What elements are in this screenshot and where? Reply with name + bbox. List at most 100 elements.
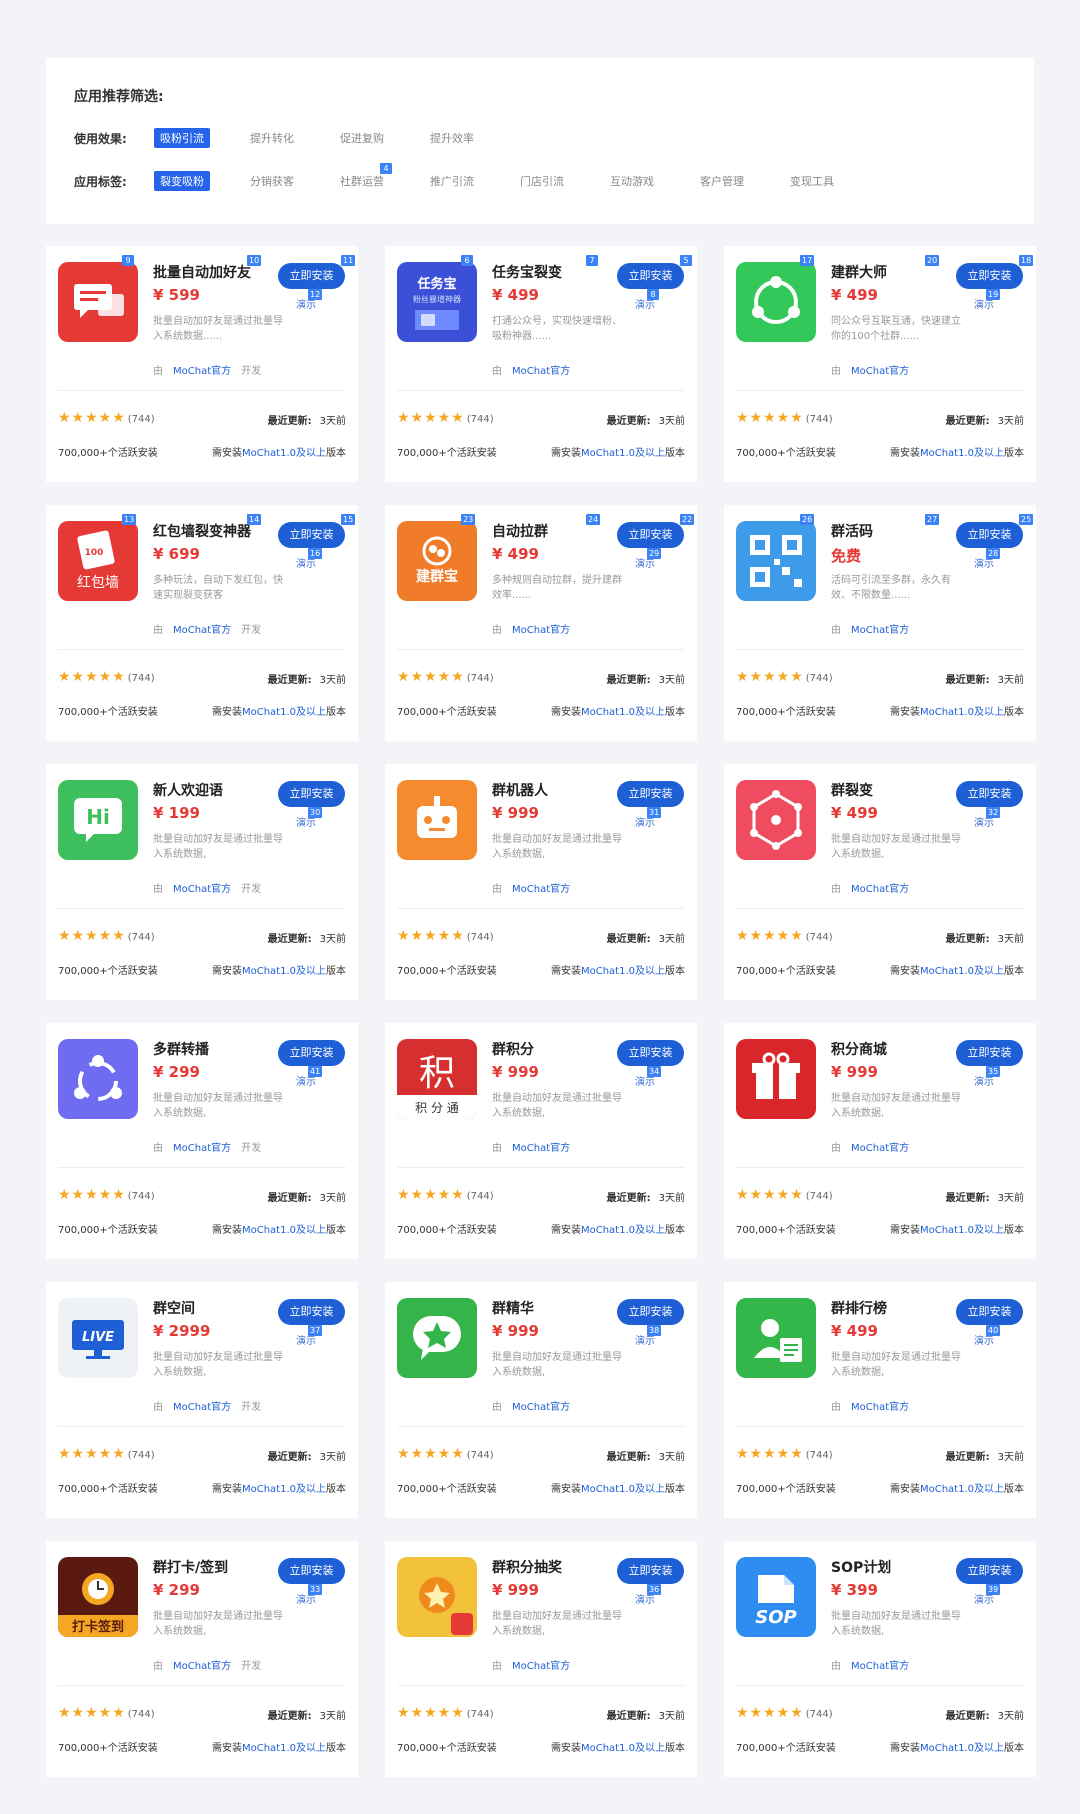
effect-tag[interactable]: 提升转化 <box>244 128 300 148</box>
app-card[interactable]: 群活码 免费 活码可引流至多群，永久有效、不限数量...... 立即安装 演示由 MoCh… <box>724 505 1036 741</box>
install-button[interactable]: 立即安装 <box>278 263 345 289</box>
app-tag[interactable]: 客户管理 <box>694 171 750 191</box>
app-card[interactable]: 批量自动加好友 ¥ 599 批量自动加好友是通过批量导入系统数据...... 立即安装… <box>46 246 358 482</box>
install-button[interactable]: 立即安装 <box>956 1299 1023 1325</box>
install-button[interactable]: 立即安装 <box>278 1040 345 1066</box>
app-name[interactable]: 群裂变 <box>831 780 873 800</box>
install-button[interactable]: 立即安装 <box>956 263 1023 289</box>
developer-link[interactable]: MoChat官方 <box>173 1402 231 1413</box>
app-card[interactable]: 建群宝 自动拉群 ¥ 499 多种规则自动拉群，提升建群效率...... 立即安装 演示由… <box>385 505 697 741</box>
app-name[interactable]: 群打卡/签到 <box>153 1557 228 1577</box>
install-button[interactable]: 立即安装 <box>956 522 1023 548</box>
developer-link[interactable]: MoChat官方 <box>851 366 909 377</box>
app-tag[interactable]: 社群运营 4 <box>334 163 392 191</box>
app-card[interactable]: 群积分抽奖 ¥ 999 批量自动加好友是通过批量导入系统数据, 立即安装 演示由 MoCh… <box>385 1541 697 1777</box>
app-name[interactable]: 群空间 <box>153 1298 195 1318</box>
app-name[interactable]: 群机器人 <box>492 780 548 800</box>
app-card[interactable]: 群精华 ¥ 999 批量自动加好友是通过批量导入系统数据, 立即安装 演示由 MoChat… <box>385 1282 697 1518</box>
app-name[interactable]: 积分商城 <box>831 1039 887 1059</box>
live-tv-icon[interactable]: LIVE <box>58 1298 138 1378</box>
developer-link[interactable]: MoChat官方 <box>512 1661 570 1672</box>
developer-link[interactable]: MoChat官方 <box>173 1661 231 1672</box>
hi-chat-icon[interactable]: Hi <box>58 780 138 860</box>
app-card[interactable]: 建群大师 ¥ 499 同公众号互联互通，快速建立你的100个社群...... 立即安装… <box>724 246 1036 482</box>
install-button[interactable]: 立即安装 <box>956 781 1023 807</box>
points-icon[interactable]: 积积 分 通 <box>397 1039 477 1119</box>
app-card[interactable]: Hi 新人欢迎语 ¥ 199 批量自动加好友是通过批量导入系统数据, 立即安装 演示由 Mo… <box>46 764 358 1000</box>
star-chat-icon[interactable] <box>397 1298 477 1378</box>
install-button[interactable]: 立即安装 <box>956 1558 1023 1584</box>
group-share-icon[interactable] <box>736 262 816 342</box>
app-card[interactable]: 积积 分 通群积分 ¥ 999 批量自动加好友是通过批量导入系统数据, 立即安装 演示由… <box>385 1023 697 1259</box>
install-button[interactable]: 立即安装 <box>617 1299 684 1325</box>
lottery-icon[interactable] <box>397 1557 477 1637</box>
app-name[interactable]: 新人欢迎语 <box>153 780 223 800</box>
robot-icon[interactable] <box>397 780 477 860</box>
app-name[interactable]: 群排行榜 <box>831 1298 887 1318</box>
network-cube-icon[interactable] <box>736 780 816 860</box>
gift-icon[interactable] <box>736 1039 816 1119</box>
app-name[interactable]: 自动拉群 <box>492 521 548 541</box>
app-card[interactable]: 任务宝 粉丝暴增神器 任务宝裂变 ¥ 499 打通公众号，实现快速增粉、吸粉神器....… <box>385 246 697 482</box>
install-button[interactable]: 立即安装 <box>617 1558 684 1584</box>
app-name[interactable]: 群活码 <box>831 521 873 541</box>
developer-link[interactable]: MoChat官方 <box>512 1402 570 1413</box>
app-card[interactable]: 100 红包墙 红包墙裂变神器 ¥ 699 多种玩法，自动下发红包，快速实现裂变获客 立即… <box>46 505 358 741</box>
app-card[interactable]: 打卡签到 群打卡/签到 ¥ 299 批量自动加好友是通过批量导入系统数据, 立即安装 演示… <box>46 1541 358 1777</box>
checkin-icon[interactable]: 打卡签到 <box>58 1557 138 1637</box>
developer-link[interactable]: MoChat官方 <box>173 366 231 377</box>
app-tag[interactable]: 裂变吸粉 <box>154 171 210 191</box>
developer-link[interactable]: MoChat官方 <box>512 625 570 636</box>
developer-link[interactable]: MoChat官方 <box>851 1661 909 1672</box>
app-tag[interactable]: 互动游戏 <box>604 171 660 191</box>
developer-link[interactable]: MoChat官方 <box>851 1143 909 1154</box>
app-name[interactable]: 多群转播 <box>153 1039 209 1059</box>
developer-link[interactable]: MoChat官方 <box>512 884 570 895</box>
app-name[interactable]: 群精华 <box>492 1298 534 1318</box>
app-card[interactable]: 群排行榜 ¥ 499 批量自动加好友是通过批量导入系统数据, 立即安装 演示由 MoCha… <box>724 1282 1036 1518</box>
app-tag[interactable]: 分销获客 <box>244 171 300 191</box>
app-card[interactable]: SOP SOP计划 ¥ 399 批量自动加好友是通过批量导入系统数据, 立即安装 演示由 M… <box>724 1541 1036 1777</box>
developer-link[interactable]: MoChat官方 <box>851 1402 909 1413</box>
app-name[interactable]: 红包墙裂变神器 <box>153 521 251 541</box>
install-button[interactable]: 立即安装 <box>617 522 684 548</box>
developer-link[interactable]: MoChat官方 <box>851 884 909 895</box>
app-name[interactable]: 群积分 <box>492 1039 534 1059</box>
user-card-icon[interactable] <box>736 1298 816 1378</box>
effect-tag[interactable]: 提升效率 <box>424 128 480 148</box>
install-button[interactable]: 立即安装 <box>278 522 345 548</box>
app-name[interactable]: 任务宝裂变 <box>492 262 562 282</box>
app-name[interactable]: 建群大师 <box>831 262 887 282</box>
chat-bubble-icon[interactable] <box>58 262 138 342</box>
developer-link[interactable]: MoChat官方 <box>173 884 231 895</box>
developer-link[interactable]: MoChat官方 <box>173 625 231 636</box>
developer-link[interactable]: MoChat官方 <box>851 625 909 636</box>
broadcast-icon[interactable] <box>58 1039 138 1119</box>
qr-code-icon[interactable] <box>736 521 816 601</box>
app-tag[interactable]: 推广引流 <box>424 171 480 191</box>
app-card[interactable]: 群机器人 ¥ 999 批量自动加好友是通过批量导入系统数据, 立即安装 演示由 MoCha… <box>385 764 697 1000</box>
app-card[interactable]: LIVE 群空间 ¥ 2999 批量自动加好友是通过批量导入系统数据, 立即安装 演示由 M… <box>46 1282 358 1518</box>
install-button[interactable]: 立即安装 <box>617 781 684 807</box>
app-name[interactable]: 批量自动加好友 <box>153 262 251 282</box>
app-tag[interactable]: 变现工具 <box>784 171 840 191</box>
install-button[interactable]: 立即安装 <box>617 1040 684 1066</box>
app-card[interactable]: 积分商城 ¥ 999 批量自动加好友是通过批量导入系统数据, 立即安装 演示由 MoCha… <box>724 1023 1036 1259</box>
install-button[interactable]: 立即安装 <box>956 1040 1023 1066</box>
install-button[interactable]: 立即安装 <box>278 1299 345 1325</box>
app-name[interactable]: 群积分抽奖 <box>492 1557 562 1577</box>
app-name[interactable]: SOP计划 <box>831 1557 891 1577</box>
install-button[interactable]: 立即安装 <box>278 1558 345 1584</box>
effect-tag[interactable]: 吸粉引流 <box>154 128 210 148</box>
install-button[interactable]: 立即安装 <box>617 263 684 289</box>
app-tag[interactable]: 门店引流 <box>514 171 570 191</box>
effect-tag[interactable]: 促进复购 <box>334 128 390 148</box>
sop-icon[interactable]: SOP <box>736 1557 816 1637</box>
app-card[interactable]: 多群转播 ¥ 299 批量自动加好友是通过批量导入系统数据, 立即安装 演示由 MoCha… <box>46 1023 358 1259</box>
developer-link[interactable]: MoChat官方 <box>173 1143 231 1154</box>
app-card[interactable]: 群裂变 ¥ 499 批量自动加好友是通过批量导入系统数据, 立即安装 演示由 MoChat… <box>724 764 1036 1000</box>
task-treasure-icon[interactable]: 任务宝 粉丝暴增神器 <box>397 262 477 342</box>
red-packet-wall-icon[interactable]: 100 红包墙 <box>58 521 138 601</box>
developer-link[interactable]: MoChat官方 <box>512 366 570 377</box>
jianqunbao-icon[interactable]: 建群宝 <box>397 521 477 601</box>
